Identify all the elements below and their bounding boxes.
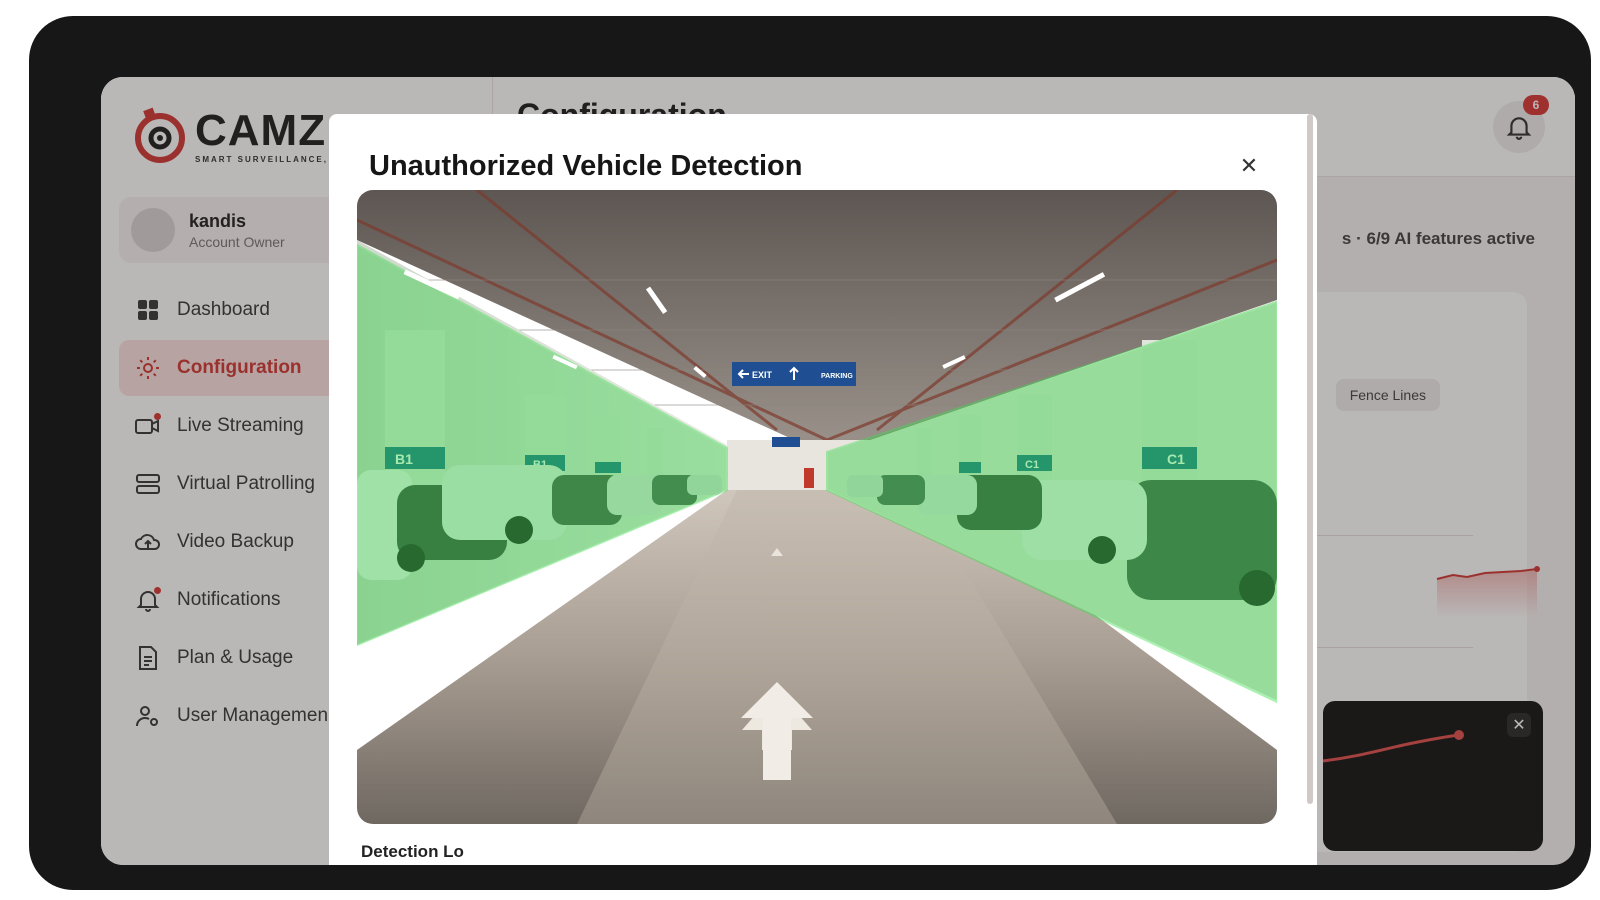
sign-parking-text: PARKING: [821, 373, 853, 380]
detection-modal: Unauthorized Vehicle Detection ✕ B1 C1 C…: [329, 114, 1317, 865]
modal-title: Unauthorized Vehicle Detection: [369, 150, 803, 182]
sign-exit-text: EXIT: [752, 370, 773, 380]
app-screen: CAMZ SMART SURVEILLANCE, S kandis Accoun…: [101, 77, 1575, 865]
camera-feed-image: B1 B1: [357, 190, 1277, 824]
detection-log-heading: Detection Lo: [361, 842, 464, 861]
modal-scrollbar[interactable]: [1307, 114, 1313, 804]
device-frame: CAMZ SMART SURVEILLANCE, S kandis Accoun…: [29, 16, 1591, 890]
close-icon[interactable]: ✕: [1235, 152, 1263, 180]
